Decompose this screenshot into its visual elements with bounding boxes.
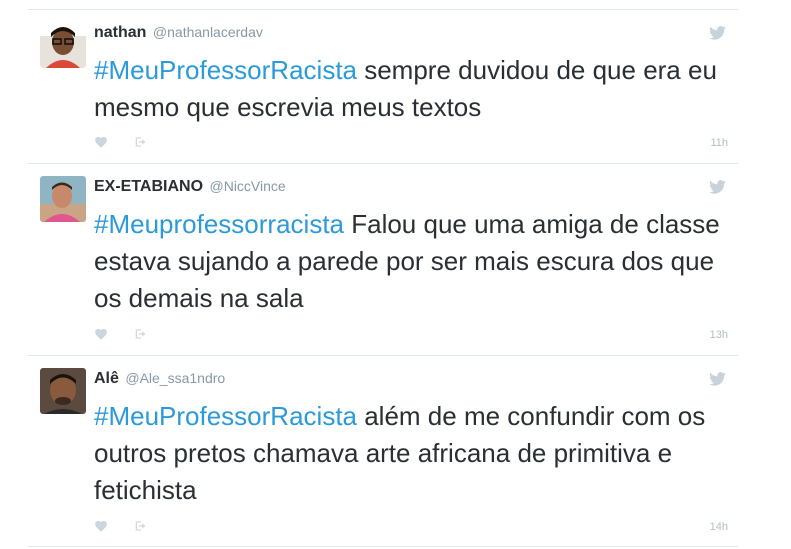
avatar[interactable]: [40, 368, 86, 414]
timestamp[interactable]: 14h: [710, 521, 728, 533]
avatar[interactable]: [40, 176, 86, 222]
hashtag-link[interactable]: #Meuprofessorracista: [94, 209, 344, 239]
tweet-actions: [94, 135, 294, 151]
twitter-bird-icon: [709, 26, 726, 40]
user-name[interactable]: Alê: [94, 370, 119, 387]
avatar[interactable]: [40, 22, 86, 68]
avatar-image: [40, 176, 86, 222]
avatar-image: [40, 368, 86, 414]
hashtag-link[interactable]: #MeuProfessorRacista: [94, 55, 357, 85]
timestamp[interactable]: 11h: [710, 137, 728, 149]
share-icon[interactable]: [134, 327, 148, 341]
twitter-bird-icon: [709, 372, 726, 386]
tweet[interactable]: Alê @Ale_ssa1ndro #MeuProfessorRacista a…: [28, 356, 738, 539]
twitter-bird-icon: [709, 180, 726, 194]
share-icon[interactable]: [134, 135, 148, 149]
tweet-header: Alê @Ale_ssa1ndro: [94, 370, 225, 388]
tweet-header: nathan @nathanlacerdav: [94, 24, 263, 42]
user-handle[interactable]: @NiccVince: [210, 178, 286, 194]
tweet-text: #MeuProfessorRacista sempre duvidou de q…: [94, 52, 734, 126]
heart-icon[interactable]: [94, 519, 108, 533]
tweet-text: #MeuProfessorRacista além de me confundi…: [94, 398, 734, 509]
share-icon[interactable]: [134, 519, 148, 533]
tweet-actions: [94, 327, 294, 343]
user-name[interactable]: EX-ETABIANO: [94, 178, 203, 195]
tweet-text: #Meuprofessorracista Falou que uma amiga…: [94, 206, 734, 317]
tweet-actions: [94, 519, 294, 535]
heart-icon[interactable]: [94, 327, 108, 341]
user-handle[interactable]: @nathanlacerdav: [153, 24, 263, 40]
divider-bottom: [28, 546, 738, 547]
timestamp[interactable]: 13h: [710, 329, 728, 341]
user-handle[interactable]: @Ale_ssa1ndro: [125, 370, 225, 386]
avatar-image: [40, 22, 86, 68]
heart-icon[interactable]: [94, 135, 108, 149]
hashtag-link[interactable]: #MeuProfessorRacista: [94, 401, 357, 431]
tweet[interactable]: EX-ETABIANO @NiccVince #Meuprofessorraci…: [28, 164, 738, 347]
user-name[interactable]: nathan: [94, 24, 146, 41]
tweet-header: EX-ETABIANO @NiccVince: [94, 178, 286, 196]
